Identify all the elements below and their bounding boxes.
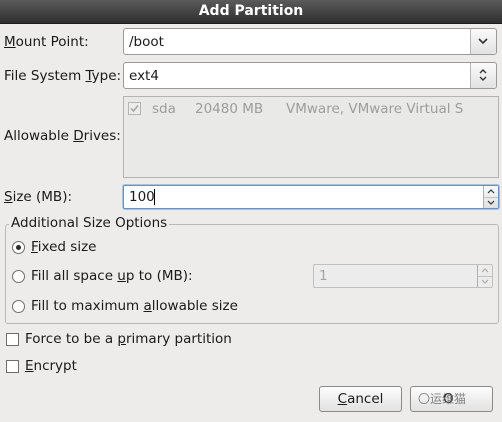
dialog-title: Add Partition — [198, 3, 304, 19]
mount-point-combo[interactable]: /boot — [123, 28, 497, 55]
mount-point-value[interactable]: /boot — [129, 34, 164, 50]
chevron-down-icon — [478, 38, 488, 45]
fs-type-dropdown-button[interactable] — [470, 63, 496, 88]
encrypt-label[interactable]: Encrypt — [25, 358, 77, 374]
chevron-up-icon — [481, 268, 489, 273]
additional-size-options-legend: Additional Size Options — [9, 215, 170, 231]
fill-up-to-spinbox[interactable]: 1 — [313, 264, 493, 288]
drive-size: 20480 MB — [195, 101, 264, 117]
size-label: Size (MB): — [4, 189, 73, 205]
allowable-drives-list: sda 20480 MB VMware, VMware Virtual S — [123, 96, 499, 178]
fill-up-to-label[interactable]: Fill all space up to (MB): — [31, 268, 193, 284]
fill-up-to-stepper[interactable] — [477, 265, 492, 287]
chevron-down-icon — [481, 279, 489, 284]
text-caret — [154, 189, 155, 205]
force-primary-checkbox[interactable] — [6, 333, 19, 346]
fill-max-radio[interactable] — [12, 300, 25, 313]
fill-max-label[interactable]: Fill to maximum allowable size — [31, 298, 238, 314]
checkmark-icon — [130, 104, 139, 113]
up-down-chevron-icon — [479, 69, 487, 81]
add-partition-dialog: Add Partition Mount Point: /boot File Sy… — [0, 0, 502, 422]
fixed-size-label[interactable]: Fixed size — [31, 239, 96, 255]
encrypt-checkbox[interactable] — [6, 360, 19, 373]
drive-checkbox — [128, 102, 141, 115]
mount-point-dropdown-button[interactable] — [470, 29, 496, 54]
fs-type-label: File System Type: — [4, 68, 122, 84]
fs-type-combo[interactable]: ext4 — [123, 62, 497, 89]
size-stepper[interactable] — [483, 186, 498, 208]
fs-type-value: ext4 — [129, 68, 159, 84]
radio-selected-dot — [16, 245, 21, 250]
chevron-up-icon — [487, 189, 495, 194]
fixed-size-radio[interactable] — [12, 241, 25, 254]
drive-model: VMware, VMware Virtual S — [286, 101, 464, 117]
title-bar[interactable]: Add Partition — [0, 0, 502, 24]
fill-up-to-radio[interactable] — [12, 270, 25, 283]
force-primary-label[interactable]: Force to be a primary partition — [25, 331, 232, 347]
watermark: 〇运维猫 — [418, 392, 467, 406]
size-decrement-button[interactable] — [484, 197, 498, 208]
fill-up-to-input[interactable]: 1 — [319, 268, 328, 284]
size-spinbox[interactable]: 100 — [123, 185, 499, 209]
drive-name: sda — [152, 101, 176, 117]
cancel-button[interactable]: Cancel — [319, 386, 402, 412]
size-input[interactable]: 100 — [129, 189, 155, 205]
allowable-drives-label: Allowable Drives: — [4, 128, 121, 144]
chevron-down-icon — [487, 200, 495, 205]
fill-up-to-decrement-button[interactable] — [478, 276, 492, 287]
mount-point-label: Mount Point: — [4, 34, 89, 50]
